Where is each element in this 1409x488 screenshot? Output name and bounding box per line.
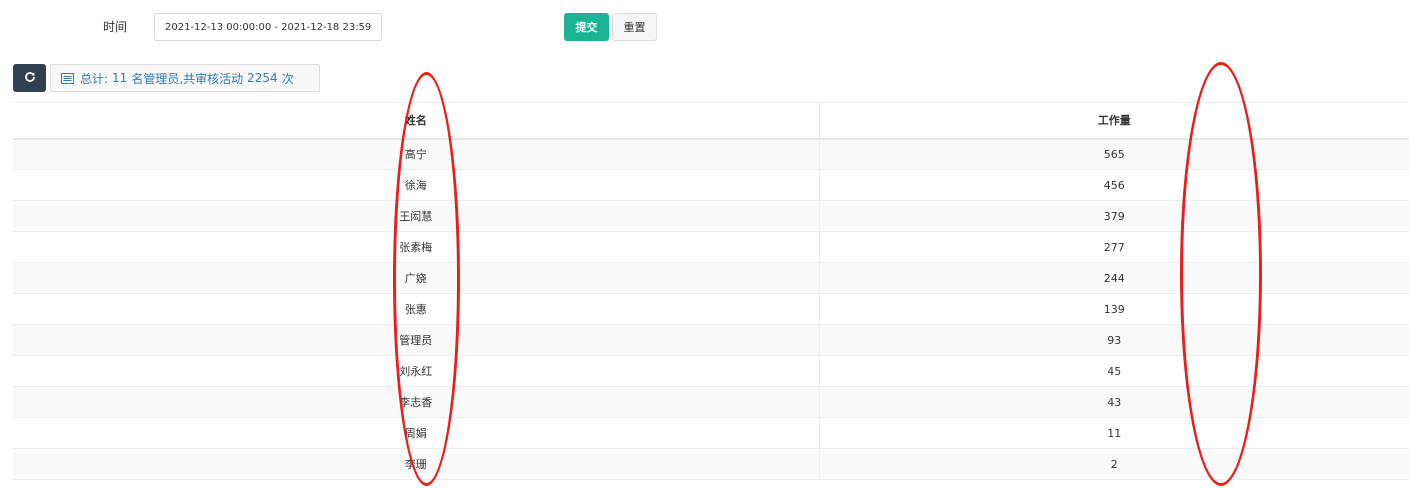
cell-name: 李珊 — [13, 448, 819, 480]
table-row: 王闳慧 379 — [13, 200, 1409, 232]
table-row: 高宁 565 — [13, 138, 1409, 170]
cell-workload: 93 — [818, 324, 1409, 356]
summary-box: 总计: 11 名管理员,共审核活动 2254 次 — [50, 64, 320, 92]
reset-button[interactable]: 重置 — [612, 13, 657, 41]
cell-workload: 11 — [818, 417, 1409, 449]
refresh-button[interactable] — [13, 64, 46, 92]
cell-workload: 139 — [818, 293, 1409, 325]
cell-workload: 43 — [818, 386, 1409, 418]
cell-name: 张惠 — [13, 293, 819, 325]
time-label: 时间 — [103, 20, 128, 34]
page: 时间 提交 重置 总计: 11 名管理员,共审核活动 2254 次 — [0, 0, 1409, 488]
cell-name: 李志香 — [13, 386, 819, 418]
cell-name: 刘永红 — [13, 355, 819, 387]
table-row: 张惠 139 — [13, 293, 1409, 325]
time-range-input[interactable] — [154, 13, 382, 41]
cell-workload: 456 — [818, 169, 1409, 201]
admin-count: 11 — [112, 71, 128, 85]
table-header-row: 姓名 工作量 — [13, 102, 1409, 140]
column-header-name[interactable]: 姓名 — [13, 102, 819, 140]
cell-name: 广娆 — [13, 262, 819, 294]
cell-name: 周娟 — [13, 417, 819, 449]
table-row: 徐海 456 — [13, 169, 1409, 201]
refresh-icon — [24, 71, 36, 86]
cell-name: 张素梅 — [13, 231, 819, 263]
cell-name: 王闳慧 — [13, 200, 819, 232]
admin-suffix: 名管理员,共审核活动 — [131, 71, 244, 86]
table-row: 李志香 43 — [13, 386, 1409, 418]
workload-table: 姓名 工作量 高宁 565 徐海 456 王闳慧 379 张素梅 277 广娆 244 张… — [13, 102, 1409, 480]
cell-workload: 2 — [818, 448, 1409, 480]
activity-suffix: 次 — [281, 71, 294, 86]
list-icon — [61, 72, 74, 84]
column-header-workload[interactable]: 工作量 — [818, 102, 1409, 140]
cell-workload: 45 — [818, 355, 1409, 387]
activity-count: 2254 — [247, 71, 278, 85]
cell-workload: 379 — [818, 200, 1409, 232]
workload-table-container: 姓名 工作量 高宁 565 徐海 456 王闳慧 379 张素梅 277 广娆 244 张… — [13, 102, 1409, 480]
table-row: 李珊 2 — [13, 448, 1409, 480]
cell-workload: 277 — [818, 231, 1409, 263]
table-row: 广娆 244 — [13, 262, 1409, 294]
submit-button[interactable]: 提交 — [564, 13, 609, 41]
table-row: 刘永红 45 — [13, 355, 1409, 387]
cell-workload: 565 — [818, 138, 1409, 170]
summary-prefix: 总计: — [80, 71, 109, 86]
cell-name: 徐海 — [13, 169, 819, 201]
table-row: 管理员 93 — [13, 324, 1409, 356]
cell-workload: 244 — [818, 262, 1409, 294]
cell-name: 管理员 — [13, 324, 819, 356]
table-row: 周娟 11 — [13, 417, 1409, 449]
table-row: 张素梅 277 — [13, 231, 1409, 263]
cell-name: 高宁 — [13, 138, 819, 170]
